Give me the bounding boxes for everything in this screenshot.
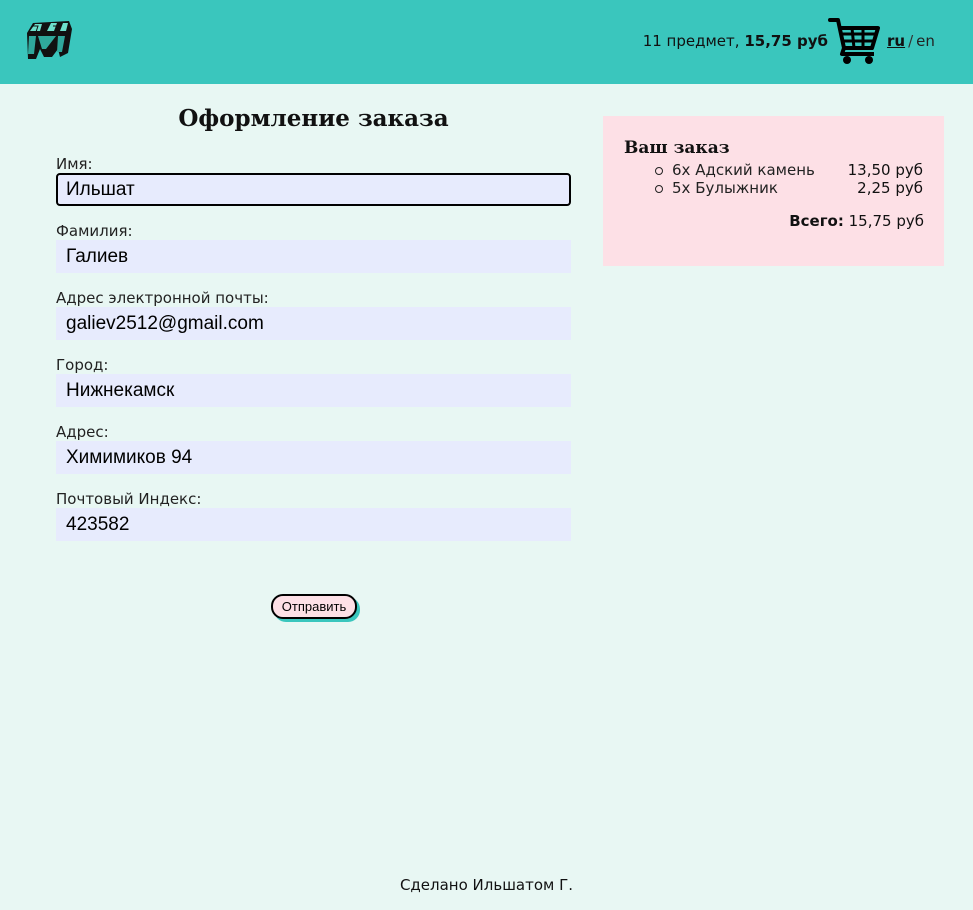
cart-summary: 11 предмет, 15,75 руб — [643, 32, 828, 50]
order-item-name: 6x Адский камень — [672, 161, 815, 179]
submit-button[interactable]: Отправить — [271, 594, 357, 619]
last-name-input[interactable] — [56, 240, 571, 273]
cart-count: 11 предмет, — [642, 32, 740, 50]
order-summary: Ваш заказ 6x Адский камень 13,50 руб 5x … — [603, 116, 944, 266]
page-title: Оформление заказа — [178, 105, 449, 132]
email-input[interactable] — [56, 307, 571, 340]
order-title: Ваш заказ — [624, 138, 730, 158]
order-item-price: 2,25 руб — [857, 179, 923, 197]
last-name-label: Фамилия: — [56, 222, 133, 240]
order-item-price: 13,50 руб — [847, 161, 923, 179]
address-label: Адрес: — [56, 423, 109, 441]
order-item: 5x Булыжник 2,25 руб — [655, 179, 923, 199]
postal-code-input[interactable] — [56, 508, 571, 541]
city-input[interactable] — [56, 374, 571, 407]
lang-separator: / — [908, 32, 914, 50]
site-header: 11 предмет, 15,75 руб ru / en — [0, 0, 973, 84]
first-name-label: Имя: — [56, 155, 93, 173]
first-name-input[interactable] — [56, 173, 571, 206]
order-total-label: Всего: — [789, 212, 844, 230]
site-logo-icon[interactable] — [24, 19, 74, 61]
city-label: Город: — [56, 356, 109, 374]
cart-sum: 15,75 руб — [744, 32, 828, 50]
email-label: Адрес электронной почты: — [56, 289, 269, 307]
postal-code-label: Почтовый Индекс: — [56, 490, 202, 508]
order-total-value: 15,75 руб — [848, 212, 924, 230]
order-item-name: 5x Булыжник — [672, 179, 778, 197]
order-item: 6x Адский камень 13,50 руб — [655, 161, 923, 181]
lang-en-link[interactable]: en — [916, 32, 935, 50]
bullet-icon — [655, 167, 663, 175]
lang-ru-link[interactable]: ru — [887, 32, 905, 50]
shopping-cart-icon[interactable] — [828, 16, 880, 66]
language-switcher: ru / en — [887, 32, 935, 50]
order-total: Всего: 15,75 руб — [789, 212, 924, 230]
address-input[interactable] — [56, 441, 571, 474]
bullet-icon — [655, 185, 663, 193]
site-footer: Сделано Ильшатом Г. — [399, 876, 574, 894]
